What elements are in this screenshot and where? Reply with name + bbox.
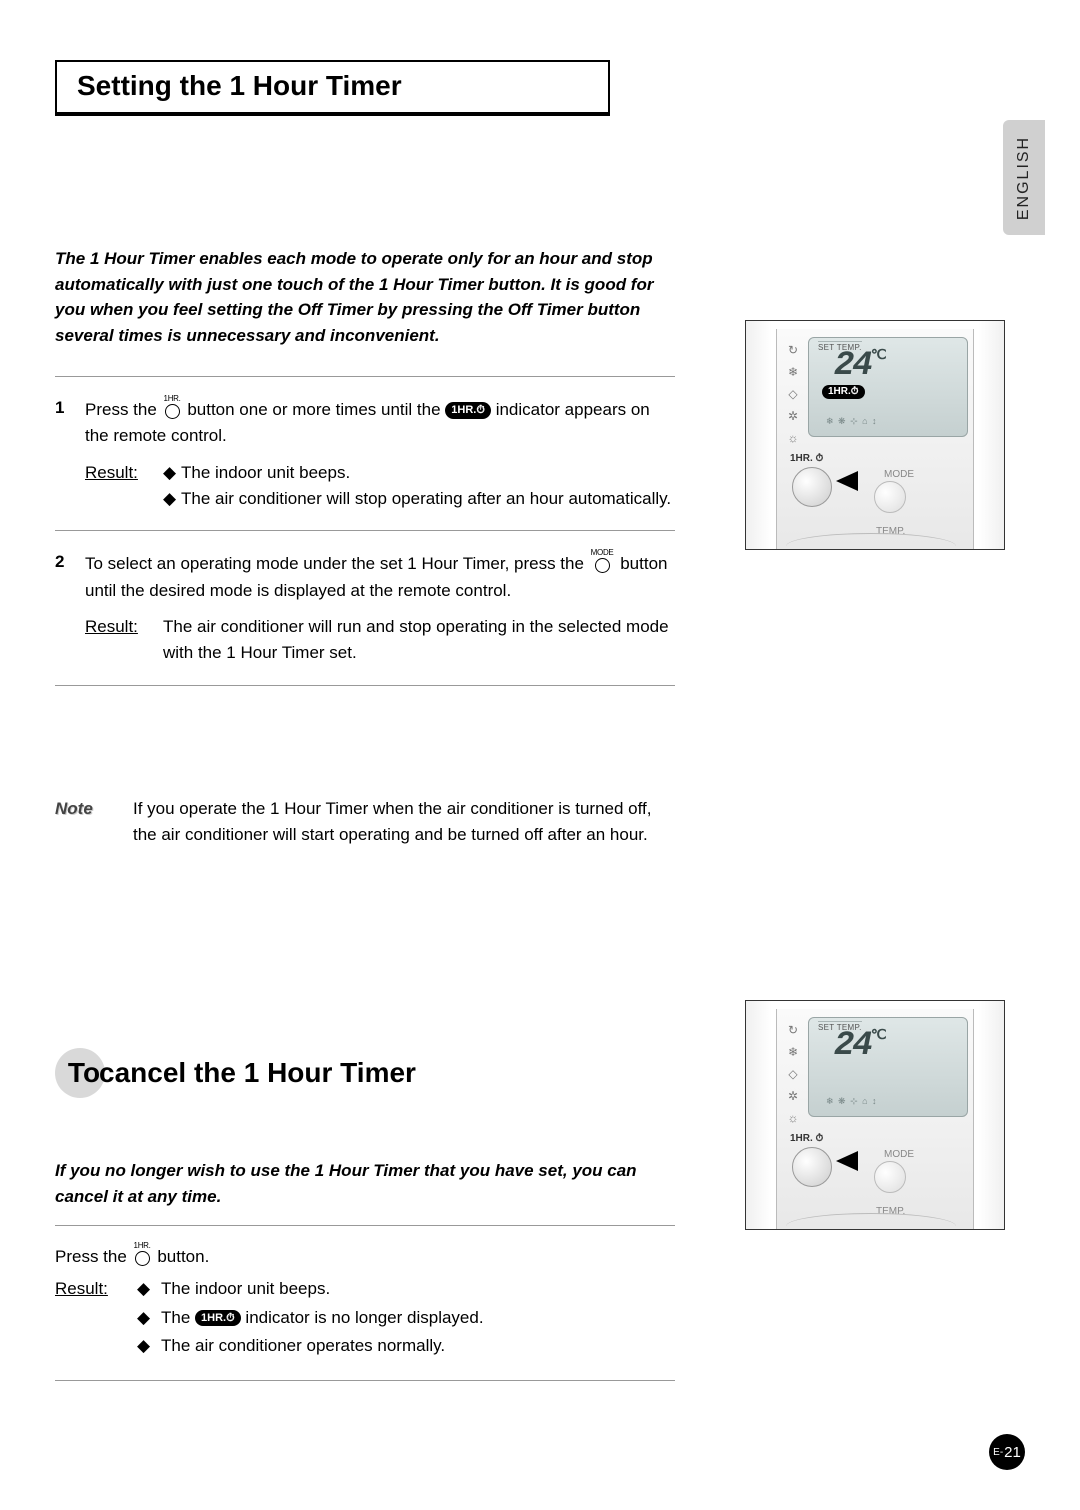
temp-display: 24℃ xyxy=(834,347,885,385)
step-number: 2 xyxy=(55,549,85,666)
title-circle-accent: To xyxy=(55,1048,105,1098)
dry-icon: ◇ xyxy=(782,383,804,405)
pointer-arrow-icon xyxy=(836,471,858,491)
1hr-button-label: 1HR. ⏱ xyxy=(790,1133,823,1144)
step1-text-b: button one or more times until the xyxy=(187,400,445,419)
heat-icon: ☼ xyxy=(782,1107,804,1129)
1hr-indicator: 1HR.⏱ xyxy=(822,385,865,399)
result-body: ◆The indoor unit beeps. ◆ The 1HR.⏱ indi… xyxy=(137,1275,675,1359)
diamond-bullet-icon: ◆ xyxy=(137,1304,161,1332)
result-label: Result: xyxy=(85,614,163,667)
1hr-button xyxy=(792,1147,832,1187)
page-number: E-21 xyxy=(989,1434,1025,1470)
steps-list: 1 Press the 1HR. button one or more time… xyxy=(55,376,675,686)
language-label: ENGLISH xyxy=(1015,135,1033,219)
step1-result: Result: ◆The indoor unit beeps. ◆The air… xyxy=(85,460,675,513)
step-1: 1 Press the 1HR. button one or more time… xyxy=(55,376,675,530)
1hr-indicator-pill: 1HR.⏱ xyxy=(195,1310,241,1326)
title-underline xyxy=(55,114,610,116)
intro-paragraph: The 1 Hour Timer enables each mode to op… xyxy=(55,246,675,348)
auto-icon: ↻ xyxy=(782,1019,804,1041)
1hr-button xyxy=(792,467,832,507)
remote-illustration-1: ↻ ❄ ◇ ✲ ☼ SET TEMP. 24℃ 1HR.⏱ ❄ ❋ ⊹ ⌂ ↕ … xyxy=(745,320,1005,550)
cool-icon: ❄ xyxy=(782,1041,804,1063)
diamond-bullet-icon: ◆ xyxy=(163,460,181,486)
result-body: The air conditioner will run and stop op… xyxy=(163,614,675,667)
1hr-button-icon: 1HR. xyxy=(134,1242,151,1266)
step2-text-a: To select an operating mode under the se… xyxy=(85,554,589,573)
note-text: If you operate the 1 Hour Timer when the… xyxy=(133,796,675,849)
1hr-button-icon: 1HR. xyxy=(164,395,181,419)
mode-button-label: MODE xyxy=(884,469,914,480)
step1-text-a: Press the xyxy=(85,400,162,419)
language-tab: ENGLISH xyxy=(1003,120,1045,235)
note-label: Note xyxy=(55,796,133,849)
result-label: Result: xyxy=(85,460,163,513)
step-body: To select an operating mode under the se… xyxy=(85,549,675,666)
step-number: 1 xyxy=(55,395,85,512)
diamond-bullet-icon: ◆ xyxy=(163,486,181,512)
note-row: Note If you operate the 1 Hour Timer whe… xyxy=(55,796,675,849)
function-icons-row: ❄ ❋ ⊹ ⌂ ↕ xyxy=(826,416,878,427)
fan-icon: ✲ xyxy=(782,405,804,427)
cancel-step: Press the 1HR. button. Result: ◆The indo… xyxy=(55,1225,675,1380)
diamond-bullet-icon: ◆ xyxy=(137,1275,161,1303)
mode-button-icon: MODE xyxy=(591,549,614,573)
1hr-button-label: 1HR. ⏱ xyxy=(790,453,823,464)
temp-display: 24℃ xyxy=(834,1027,885,1065)
diamond-bullet-icon: ◆ xyxy=(137,1332,161,1360)
mode-button xyxy=(874,1161,906,1193)
cancel-result: Result: ◆The indoor unit beeps. ◆ The 1H… xyxy=(55,1275,675,1359)
function-icons-row: ❄ ❋ ⊹ ⌂ ↕ xyxy=(826,1096,878,1107)
step-body: Press the 1HR. button one or more times … xyxy=(85,395,675,512)
1hr-indicator-pill: 1HR.⏱ xyxy=(445,402,491,418)
step2-result: Result: The air conditioner will run and… xyxy=(85,614,675,667)
cancel-instruction: Press the 1HR. button. xyxy=(55,1242,675,1271)
section-title-box: Setting the 1 Hour Timer xyxy=(55,60,610,114)
heat-icon: ☼ xyxy=(782,427,804,449)
fan-icon: ✲ xyxy=(782,1085,804,1107)
mode-button-label: MODE xyxy=(884,1149,914,1160)
remote-illustration-2: ↻ ❄ ◇ ✲ ☼ SET TEMP. 24℃ ❄ ❋ ⊹ ⌂ ↕ 1HR. ⏱… xyxy=(745,1000,1005,1230)
section-title: Setting the 1 Hour Timer xyxy=(77,70,588,102)
result-body: ◆The indoor unit beeps. ◆The air conditi… xyxy=(163,460,675,513)
dry-icon: ◇ xyxy=(782,1063,804,1085)
mode-button xyxy=(874,481,906,513)
mode-icons-column: ↻ ❄ ◇ ✲ ☼ xyxy=(782,1019,804,1129)
cool-icon: ❄ xyxy=(782,361,804,383)
auto-icon: ↻ xyxy=(782,339,804,361)
intro2-paragraph: If you no longer wish to use the 1 Hour … xyxy=(55,1158,675,1209)
mode-icons-column: ↻ ❄ ◇ ✲ ☼ xyxy=(782,339,804,449)
step-2: 2 To select an operating mode under the … xyxy=(55,530,675,685)
pointer-arrow-icon xyxy=(836,1151,858,1171)
result-label: Result: xyxy=(55,1275,137,1359)
